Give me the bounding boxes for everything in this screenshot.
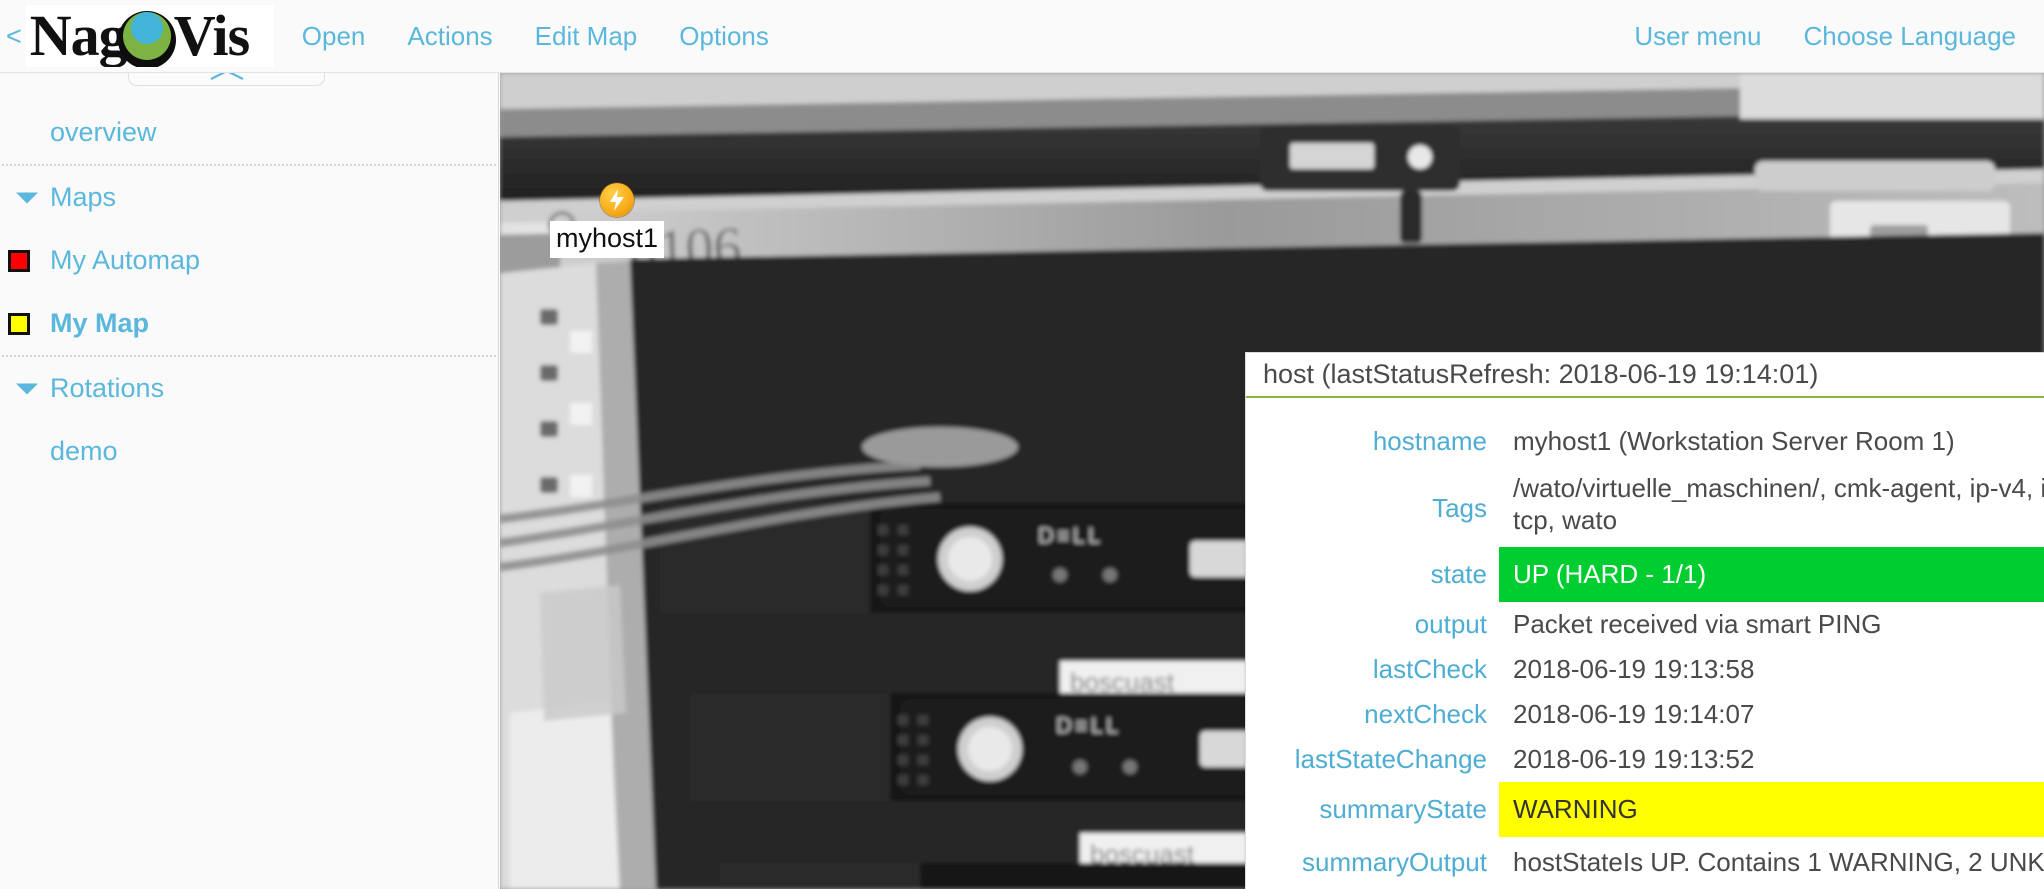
sidebar-group-rotations[interactable]: Rotations — [0, 357, 498, 420]
table-row: hostname myhost1 (Workstation Server Roo… — [1246, 412, 2044, 470]
tooltip-row-value: myhost1 (Workstation Server Room 1) — [1513, 425, 1955, 456]
chevron-down-icon — [16, 383, 38, 394]
sidebar-item-label: demo — [50, 436, 118, 466]
sidebar-item-label: Maps — [50, 182, 117, 212]
table-row: state UP (HARD - 1/1) — [1246, 547, 2044, 602]
main-navigation: Open Actions Edit Map Options — [302, 21, 769, 52]
nav-item-actions[interactable]: Actions — [407, 21, 492, 52]
map-host-label[interactable]: myhost1 — [550, 221, 665, 258]
tooltip-row-label: hostname — [1372, 425, 1487, 456]
tooltip-body: hostname myhost1 (Workstation Server Roo… — [1246, 398, 2044, 887]
tooltip-row-value: Packet received via smart PING — [1513, 609, 1882, 639]
sidebar-item-my-automap[interactable]: My Automap — [0, 229, 498, 292]
status-badge: UP (HARD - 1/1) — [1499, 547, 2044, 602]
tooltip-row-label: state — [1430, 559, 1487, 589]
logo-orb-icon — [117, 11, 176, 67]
status-badge — [8, 312, 30, 335]
sidebar-item-my-map[interactable]: My Map — [0, 292, 498, 355]
tooltip-row-label: lastStateChange — [1294, 744, 1487, 774]
svg-text:D≡LL: D≡LL — [1038, 523, 1103, 548]
tooltip-header: host (lastStatusRefresh: 2018-06-19 19:1… — [1246, 353, 2044, 398]
tooltip-row-value: 2018-06-19 19:13:52 — [1513, 744, 1755, 774]
chevron-down-icon — [16, 192, 38, 203]
sidebar-nav: overview Maps My Automap My Map Rotation… — [0, 101, 498, 483]
nav-item-choose-language[interactable]: Choose Language — [1803, 21, 2016, 52]
logo-text-vis: Vis — [173, 5, 250, 67]
warning-bolt-icon[interactable] — [600, 183, 634, 217]
sidebar-item-label: My Map — [50, 308, 150, 338]
tooltip-row-value: /wato/virtuelle_maschinen/, cmk-agent, i… — [1513, 473, 2044, 535]
sidebar: overview Maps My Automap My Map Rotation… — [0, 73, 499, 889]
status-badge: WARNING — [1499, 782, 2044, 837]
tooltip-spacer — [1246, 398, 2044, 412]
tooltip-row-label: lastCheck — [1372, 654, 1487, 684]
tooltip-row-label: summaryState — [1319, 794, 1487, 824]
table-row: lastCheck 2018-06-19 19:13:58 — [1246, 647, 2044, 692]
sidebar-item-overview[interactable]: overview — [0, 101, 498, 164]
nav-item-options[interactable]: Options — [679, 21, 769, 52]
table-row: output Packet received via smart PING — [1246, 602, 2044, 647]
svg-text:D≡LL: D≡LL — [1056, 713, 1121, 738]
tooltip-row-label: Tags — [1432, 493, 1487, 523]
map-canvas[interactable]: 0106 D≡LL boscuast D≡LL boscuast myhost1… — [500, 73, 2044, 889]
table-row: summaryOutput hostStateIs UP. Contains 1… — [1246, 837, 2044, 887]
tooltip-row-label: output — [1414, 609, 1487, 639]
table-row: nextCheck 2018-06-19 19:14:07 — [1246, 692, 2044, 737]
svg-text:boscuast: boscuast — [1070, 667, 1175, 697]
status-badge — [8, 249, 30, 272]
sidebar-collapse-toggle[interactable] — [128, 73, 325, 86]
table-row: Tags /wato/virtuelle_maschinen/, cmk-age… — [1246, 470, 2044, 547]
table-row: summaryState WARNING — [1246, 782, 2044, 837]
sidebar-item-label: overview — [50, 117, 157, 147]
tooltip-title: host (lastStatusRefresh: 2018-06-19 19:1… — [1263, 359, 1819, 389]
nagvis-logo[interactable]: Nag Vis — [25, 5, 274, 67]
tooltip-row-value: hostStateIs UP. Contains 1 WARNING, 2 UN… — [1513, 846, 2044, 877]
sidebar-item-label: My Automap — [50, 245, 201, 275]
tooltip-row-value: 2018-06-19 19:13:58 — [1513, 654, 1755, 684]
sidebar-item-label: Rotations — [50, 373, 165, 403]
nav-item-edit-map[interactable]: Edit Map — [535, 21, 638, 52]
sidebar-group-maps[interactable]: Maps — [0, 166, 498, 229]
header-right-navigation: User menu Choose Language — [1634, 0, 2016, 73]
logo-text-nag: Nag — [29, 5, 128, 67]
nav-item-user-menu[interactable]: User menu — [1634, 21, 1761, 52]
lightning-bolt-glyph — [610, 189, 624, 211]
sidebar-item-demo[interactable]: demo — [0, 420, 498, 483]
back-arrow-icon[interactable]: < — [6, 22, 22, 50]
tooltip-row-label: summaryOutput — [1302, 846, 1487, 877]
tooltip-row-value: 2018-06-19 19:14:07 — [1513, 699, 1755, 729]
nav-item-open[interactable]: Open — [302, 21, 366, 52]
table-row: lastStateChange 2018-06-19 19:13:52 — [1246, 737, 2044, 782]
chevron-up-icon — [210, 73, 243, 80]
tooltip-row-label: nextCheck — [1364, 699, 1487, 729]
top-header: < Nag Vis Open Actions Edit Map Options … — [0, 0, 2044, 73]
nagvis-app: < Nag Vis Open Actions Edit Map Options … — [0, 0, 2044, 889]
host-hover-tooltip: host (lastStatusRefresh: 2018-06-19 19:1… — [1245, 352, 2044, 889]
